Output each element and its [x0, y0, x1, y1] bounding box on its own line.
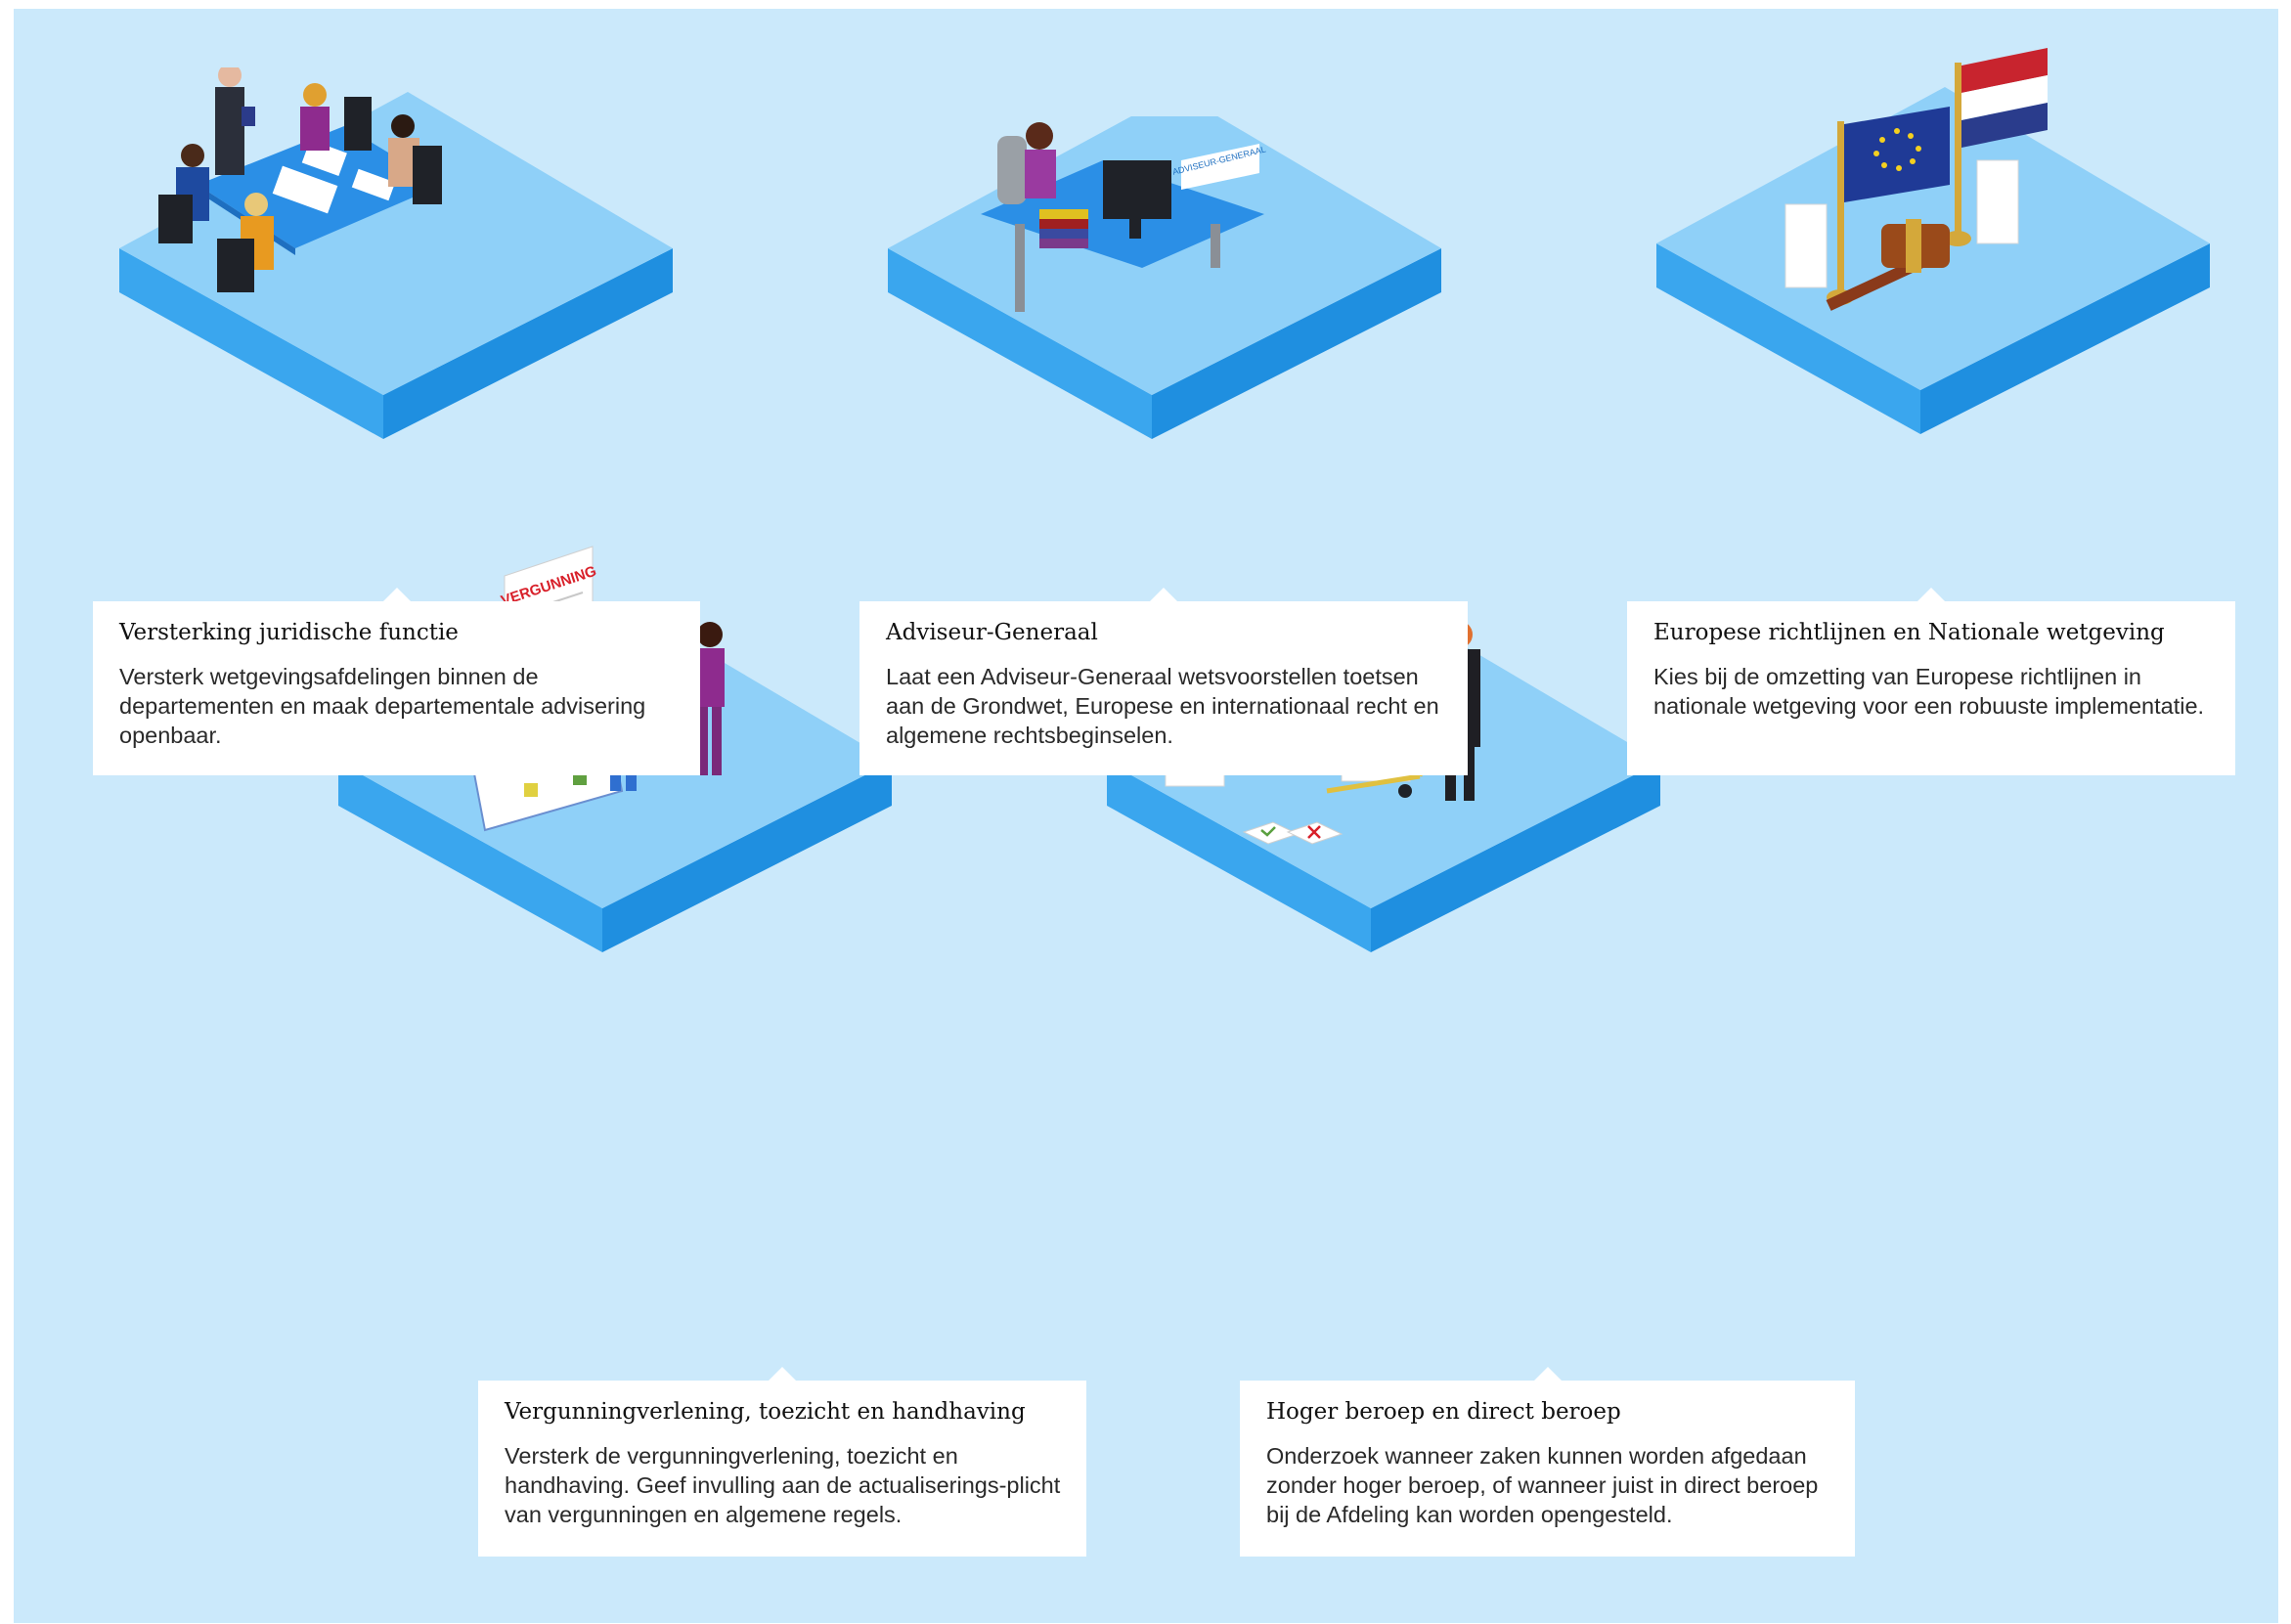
card-title: Hoger beroep en direct beroep — [1266, 1399, 1621, 1425]
card-title: Versterking juridische functie — [119, 620, 459, 645]
card-title: Adviseur-Generaal — [886, 620, 1098, 645]
card-body: Laat een Adviseur-Generaal wetsvoorstell… — [886, 664, 1439, 748]
infographic-background: ADVISEUR-GENERAAL VERGUNNING Versterking… — [14, 9, 2278, 1623]
card-body: Versterk wetgevingsafdelingen binnen de … — [119, 664, 646, 748]
desk-computer-icon: ADVISEUR-GENERAAL — [888, 116, 1441, 439]
meeting-table-icon — [119, 67, 673, 439]
scene-meeting — [119, 67, 686, 576]
scene-flags-gavel — [1656, 38, 2224, 586]
card-body: Kies bij de omzetting van Europese richt… — [1653, 664, 2205, 719]
card-body: Onderzoek wanneer zaken kunnen worden af… — [1266, 1443, 1819, 1527]
card-body: Versterk de vergunningverlening, toezich… — [505, 1443, 1061, 1527]
card-hoger-beroep: Hoger beroep en direct beroep Onderzoek … — [1240, 1367, 1855, 1557]
card-adviseur-generaal: Adviseur-Generaal Laat een Adviseur-Gene… — [859, 588, 1468, 775]
card-title: Vergunningverlening, toezicht en handhav… — [505, 1399, 1026, 1425]
card-vergunningverlening: Vergunningverlening, toezicht en handhav… — [478, 1367, 1086, 1557]
card-juridische-functie: Versterking juridische functie Versterk … — [93, 588, 700, 775]
card-title: Europese richtlijnen en Nationale wetgev… — [1653, 620, 2165, 645]
scene-desk: ADVISEUR-GENERAAL — [888, 116, 1455, 576]
flags-gavel-icon — [1656, 48, 2210, 434]
card-europese-richtlijnen: Europese richtlijnen en Nationale wetgev… — [1627, 588, 2235, 775]
